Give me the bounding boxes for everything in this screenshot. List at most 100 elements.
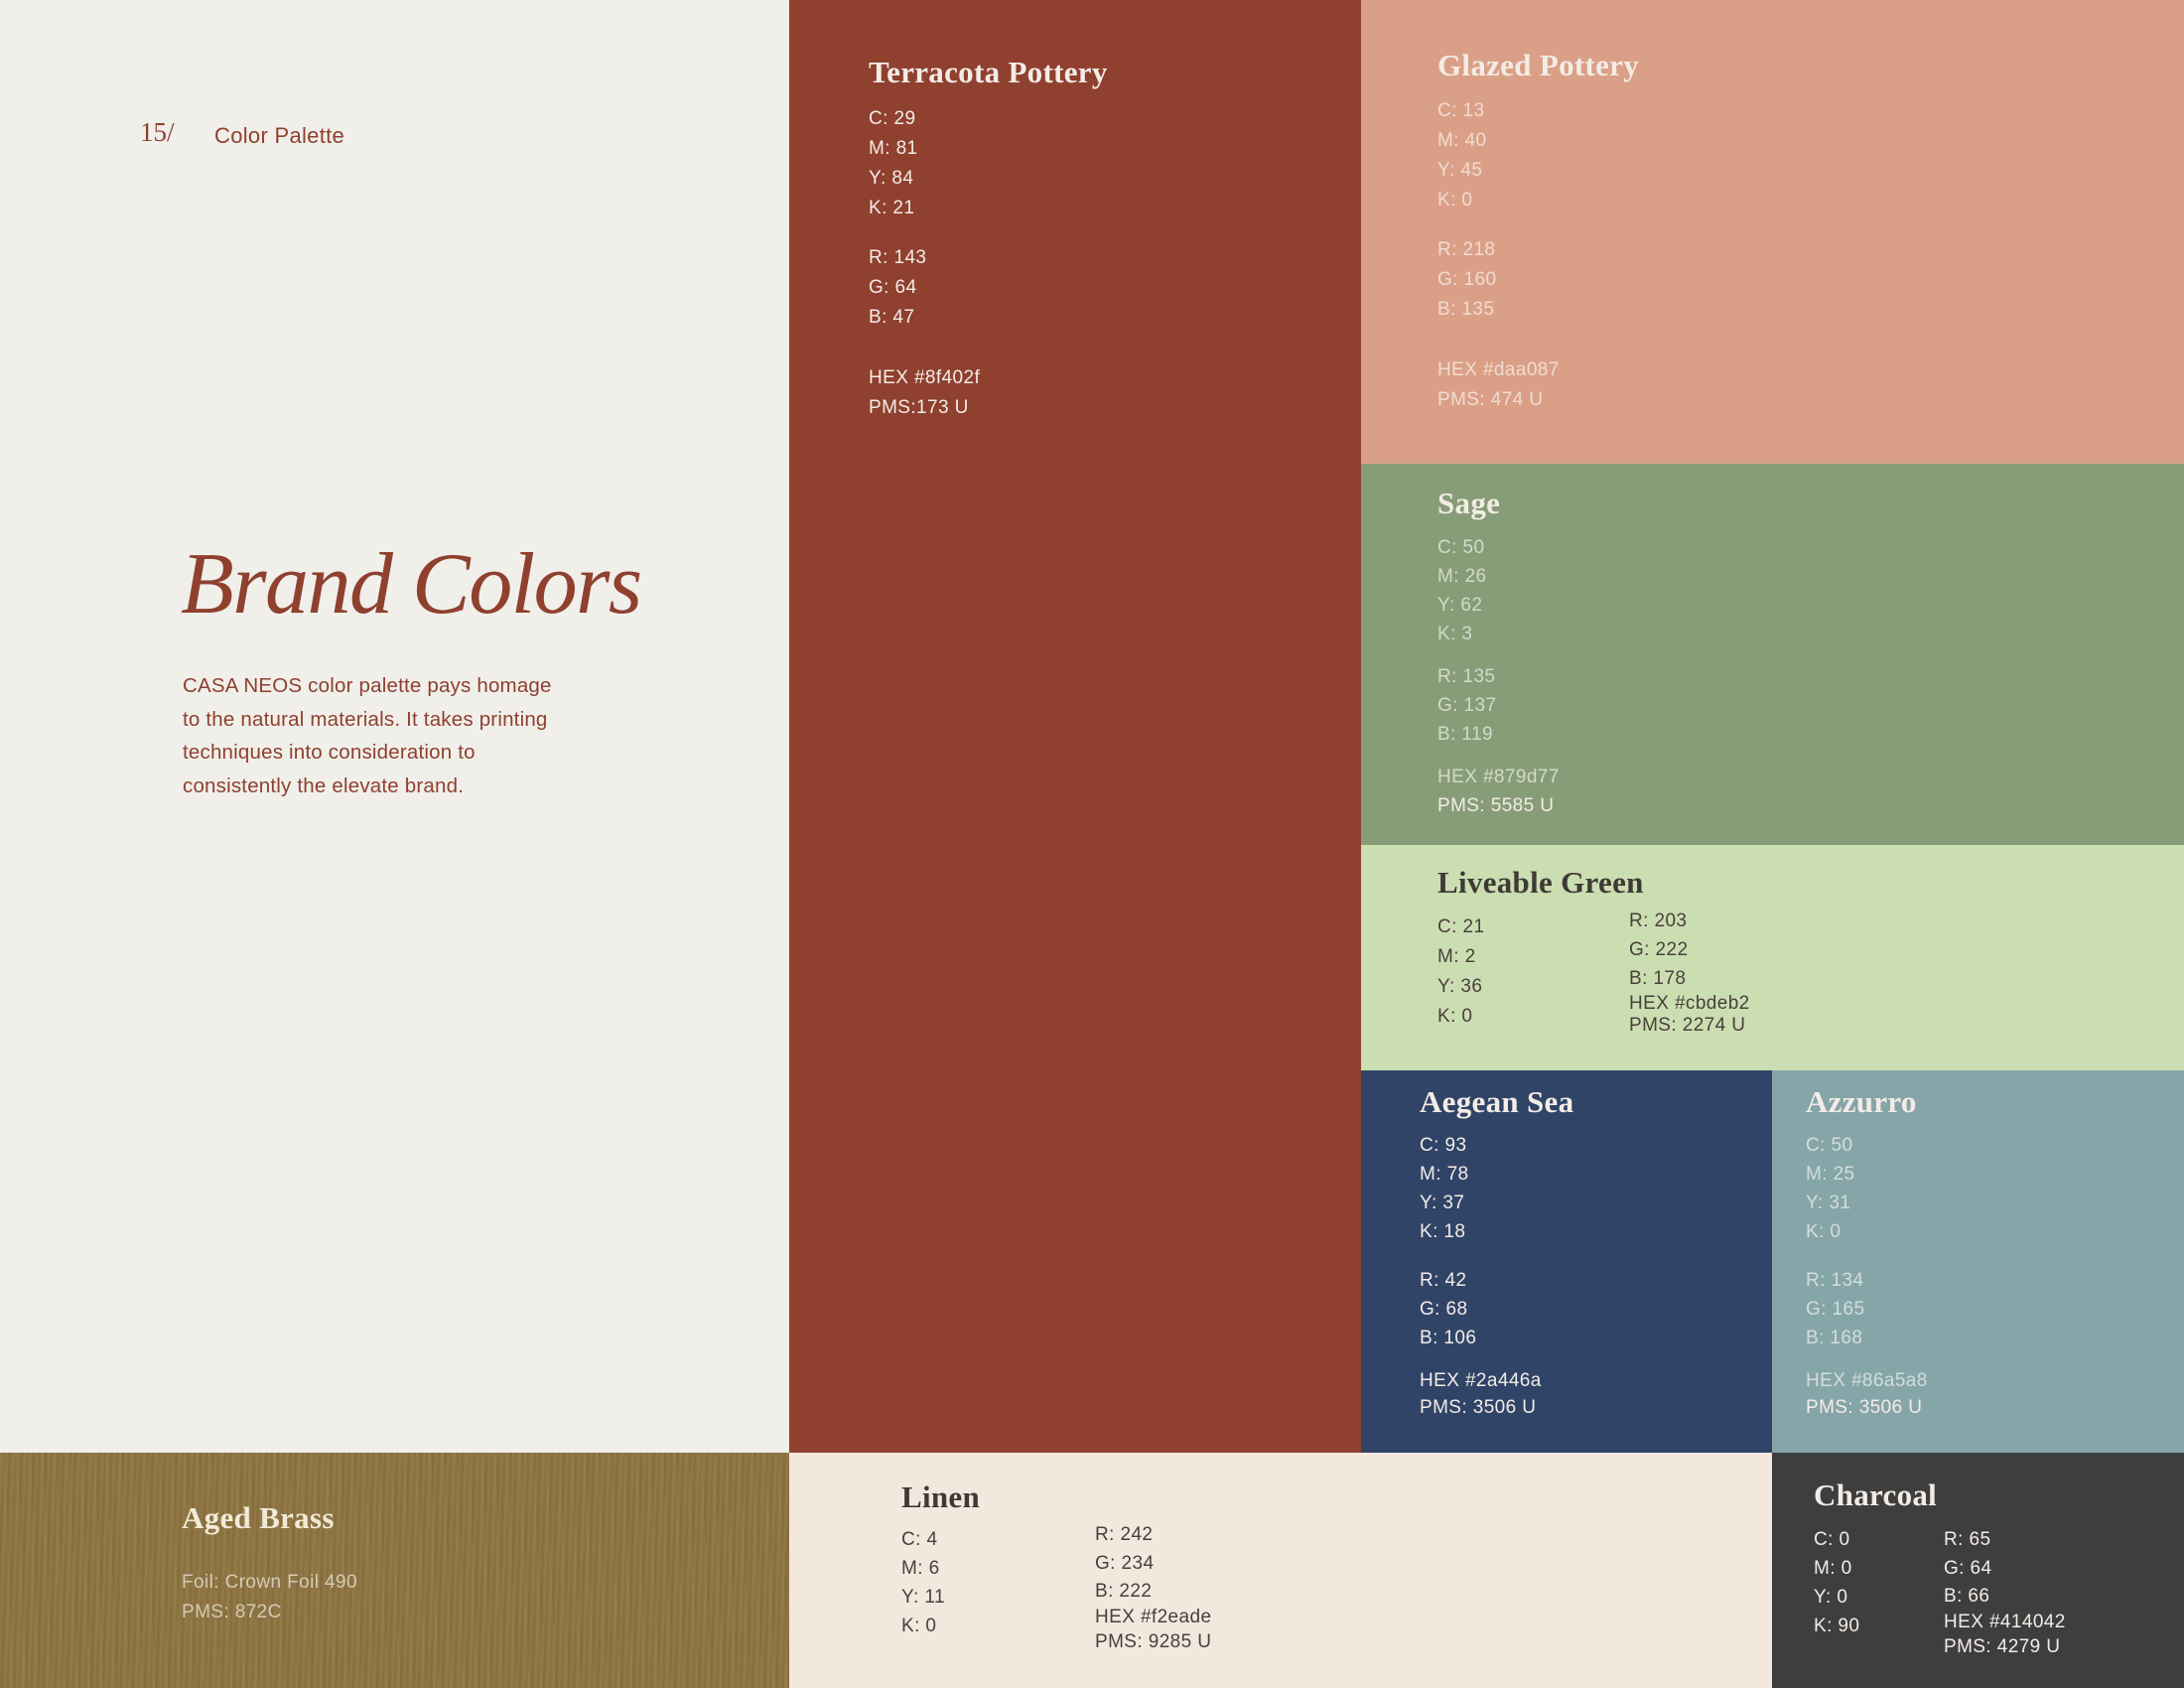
hex-value: HEX #2a446a <box>1420 1370 1542 1391</box>
rgb-g: G: 137 <box>1437 695 1497 716</box>
rgb-b: B: 66 <box>1944 1586 1990 1607</box>
pms-value: PMS: 3506 U <box>1420 1397 1537 1418</box>
swatch-terracota-pottery: Terracota Pottery C: 29 M: 81 Y: 84 K: 2… <box>789 0 1361 1453</box>
hex-value: HEX #879d77 <box>1437 767 1560 787</box>
rgb-r: R: 134 <box>1806 1270 1864 1291</box>
rgb-r: R: 65 <box>1944 1529 1991 1550</box>
rgb-b: B: 135 <box>1437 299 1495 320</box>
intro-line: CASA NEOS color palette pays homage <box>183 674 552 697</box>
cmyk-m: M: 81 <box>869 138 918 159</box>
rgb-g: G: 160 <box>1437 269 1497 290</box>
cmyk-k: K: 0 <box>901 1616 937 1636</box>
cmyk-c: C: 29 <box>869 108 916 129</box>
cmyk-c: C: 50 <box>1437 537 1485 558</box>
swatch-cmyk: C: 21 M: 2 Y: 36 K: 0 <box>1437 913 1484 1032</box>
rgb-g: G: 64 <box>1944 1558 1992 1579</box>
brand-colors-heading: Brand Colors <box>181 536 642 633</box>
cmyk-y: Y: 37 <box>1420 1193 1465 1213</box>
cmyk-y: Y: 11 <box>901 1587 945 1608</box>
swatch-values: C: 50 M: 26 Y: 62 K: 3 R: 135 G: 137 B: … <box>1437 533 1560 820</box>
hex-value: HEX #8f402f <box>869 367 981 388</box>
cmyk-m: M: 26 <box>1437 566 1487 587</box>
rgb-b: B: 222 <box>1095 1581 1153 1602</box>
cmyk-k: K: 18 <box>1420 1221 1466 1242</box>
pms-value: PMS: 5585 U <box>1437 795 1555 816</box>
cmyk-m: M: 40 <box>1437 130 1487 151</box>
swatch-liveable-green: Liveable Green C: 21 M: 2 Y: 36 K: 0 R: … <box>1361 845 2184 1070</box>
rgb-r: R: 42 <box>1420 1270 1467 1291</box>
swatch-azzurro: Azzurro C: 50 M: 25 Y: 31 K: 0 R: 134 G:… <box>1772 1070 2184 1453</box>
rgb-g: G: 64 <box>869 277 917 298</box>
hex-value: HEX #cbdeb2 <box>1629 993 1750 1014</box>
cmyk-y: Y: 36 <box>1437 976 1483 997</box>
hex-value: HEX #414042 <box>1944 1612 2066 1632</box>
cmyk-c: C: 21 <box>1437 916 1485 937</box>
foil-value: Foil: Crown Foil 490 <box>182 1572 357 1593</box>
swatch-rgb: R: 65 G: 64 B: 66 HEX #414042 PMS: 4279 … <box>1944 1525 2066 1659</box>
cmyk-c: C: 13 <box>1437 100 1485 121</box>
swatch-name: Glazed Pottery <box>1437 48 1640 82</box>
intro-line: to the natural materials. It takes print… <box>183 707 548 731</box>
rgb-b: B: 168 <box>1806 1328 1863 1348</box>
cmyk-m: M: 0 <box>1814 1558 1852 1579</box>
cmyk-m: M: 25 <box>1806 1164 1855 1185</box>
pms-value: PMS: 872C <box>182 1602 282 1622</box>
cmyk-y: Y: 84 <box>869 168 914 189</box>
cmyk-m: M: 78 <box>1420 1164 1469 1185</box>
swatch-sage: Sage C: 50 M: 26 Y: 62 K: 3 R: 135 G: 13… <box>1361 464 2184 845</box>
cmyk-k: K: 90 <box>1814 1616 1860 1636</box>
swatch-aged-brass: Aged Brass Foil: Crown Foil 490 PMS: 872… <box>0 1453 789 1688</box>
swatch-cmyk: C: 0 M: 0 Y: 0 K: 90 <box>1814 1525 1859 1640</box>
intro-paragraph: CASA NEOS color palette pays homage to t… <box>183 669 552 802</box>
rgb-g: G: 68 <box>1420 1299 1468 1320</box>
swatch-charcoal: Charcoal C: 0 M: 0 Y: 0 K: 90 R: 65 G: 6… <box>1772 1453 2184 1688</box>
rgb-r: R: 135 <box>1437 666 1496 687</box>
cmyk-k: K: 0 <box>1437 1006 1473 1027</box>
swatch-name: Azzurro <box>1806 1084 1917 1119</box>
swatch-rgb: R: 203 G: 222 B: 178 HEX #cbdeb2 PMS: 22… <box>1629 907 1750 1037</box>
section-title: Color Palette <box>214 123 345 148</box>
swatch-values: C: 50 M: 25 Y: 31 K: 0 R: 134 G: 165 B: … <box>1806 1131 1928 1421</box>
rgb-b: B: 47 <box>869 307 915 328</box>
swatch-rgb: R: 242 G: 234 B: 222 HEX #f2eade PMS: 92… <box>1095 1520 1211 1654</box>
pms-value: PMS: 9285 U <box>1095 1631 1212 1652</box>
swatch-values: C: 93 M: 78 Y: 37 K: 18 R: 42 G: 68 B: 1… <box>1420 1131 1542 1421</box>
cmyk-c: C: 50 <box>1806 1135 1853 1156</box>
cmyk-k: K: 3 <box>1437 624 1473 644</box>
cmyk-y: Y: 31 <box>1806 1193 1851 1213</box>
cmyk-c: C: 93 <box>1420 1135 1467 1156</box>
cmyk-c: C: 4 <box>901 1529 938 1550</box>
swatch-linen: Linen C: 4 M: 6 Y: 11 K: 0 R: 242 G: 234… <box>789 1453 1772 1688</box>
pms-value: PMS: 4279 U <box>1944 1636 2061 1657</box>
rgb-r: R: 203 <box>1629 911 1688 931</box>
rgb-g: G: 222 <box>1629 939 1689 960</box>
swatch-name: Sage <box>1437 486 1501 520</box>
swatch-values: Foil: Crown Foil 490 PMS: 872C <box>182 1568 357 1627</box>
swatch-aegean-sea: Aegean Sea C: 93 M: 78 Y: 37 K: 18 R: 42… <box>1361 1070 1772 1453</box>
hex-value: HEX #86a5a8 <box>1806 1370 1928 1391</box>
rgb-r: R: 218 <box>1437 239 1496 260</box>
swatch-glazed-pottery: Glazed Pottery C: 13 M: 40 Y: 45 K: 0 R:… <box>1361 0 2184 464</box>
hex-value: HEX #f2eade <box>1095 1607 1212 1627</box>
swatch-name: Terracota Pottery <box>869 55 1108 89</box>
cmyk-y: Y: 0 <box>1814 1587 1848 1608</box>
swatch-name: Aged Brass <box>182 1500 335 1535</box>
intro-line: consistently the elevate brand. <box>183 774 465 797</box>
page-number: 15/ <box>140 117 175 147</box>
pms-value: PMS: 474 U <box>1437 389 1544 410</box>
swatch-values: C: 29 M: 81 Y: 84 K: 21 R: 143 G: 64 B: … <box>869 104 980 423</box>
rgb-g: G: 165 <box>1806 1299 1865 1320</box>
hex-value: HEX #daa087 <box>1437 359 1560 380</box>
rgb-r: R: 143 <box>869 247 927 268</box>
rgb-b: B: 106 <box>1420 1328 1477 1348</box>
rgb-b: B: 178 <box>1629 968 1687 989</box>
pms-value: PMS: 2274 U <box>1629 1015 1746 1036</box>
swatch-name: Charcoal <box>1814 1477 1938 1512</box>
swatch-values: C: 13 M: 40 Y: 45 K: 0 R: 218 G: 160 B: … <box>1437 96 1560 415</box>
cmyk-k: K: 0 <box>1806 1221 1842 1242</box>
swatch-name: Aegean Sea <box>1420 1084 1574 1119</box>
swatch-cmyk: C: 4 M: 6 Y: 11 K: 0 <box>901 1525 945 1640</box>
rgb-b: B: 119 <box>1437 724 1493 745</box>
cmyk-k: K: 21 <box>869 198 915 218</box>
pms-value: PMS: 3506 U <box>1806 1397 1923 1418</box>
